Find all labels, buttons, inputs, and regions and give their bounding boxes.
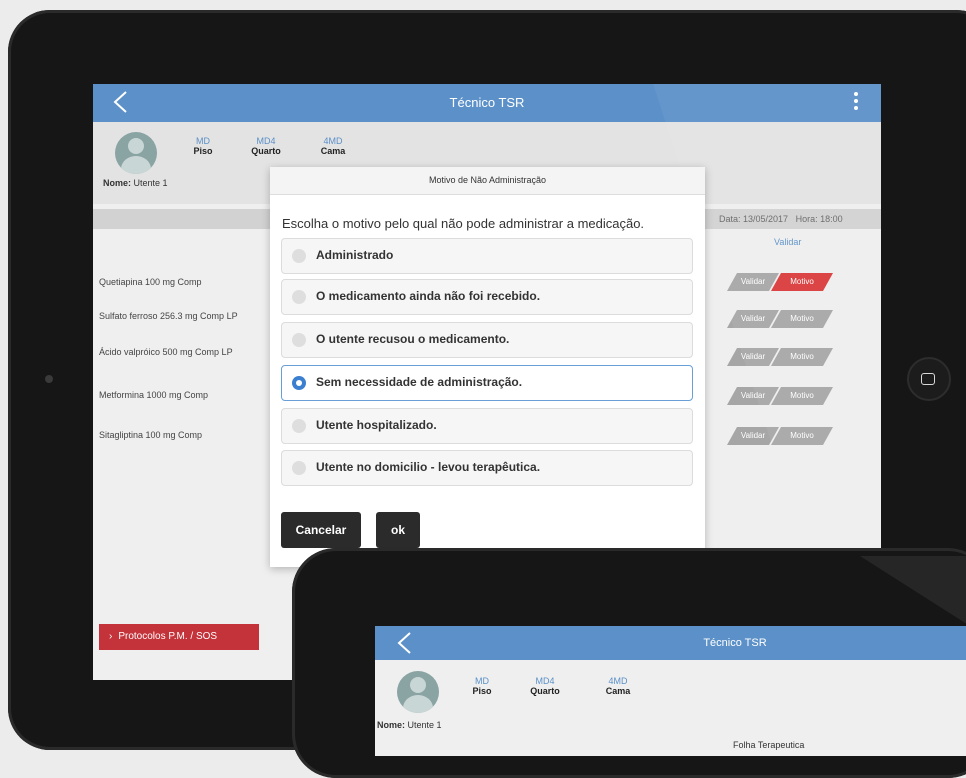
chevron-right-icon: ›: [109, 631, 113, 642]
radio-icon[interactable]: [292, 290, 306, 304]
reason-option[interactable]: O utente recusou o medicamento.: [281, 322, 693, 358]
patient-field-quarto: MD4 Quarto: [530, 676, 560, 696]
radio-icon[interactable]: [292, 249, 306, 263]
reason-option-selected[interactable]: Sem necessidade de administração.: [281, 365, 693, 401]
reason-option[interactable]: O medicamento ainda não foi recebido.: [281, 279, 693, 315]
reason-option[interactable]: Utente hospitalizado.: [281, 408, 693, 444]
patient-field-piso: MD Piso: [193, 136, 213, 156]
patient-field-quarto: MD4 Quarto: [251, 136, 281, 156]
dialog-title: Motivo de Não Administração: [270, 167, 705, 195]
dialog-prompt: Escolha o motivo pelo qual não pode admi…: [282, 216, 645, 231]
radio-icon[interactable]: [292, 461, 306, 475]
ok-button[interactable]: ok: [376, 512, 420, 548]
camera-icon: [45, 375, 53, 383]
sheet-subtitle: Folha Terapeutica: [733, 740, 805, 750]
radio-icon[interactable]: [292, 333, 306, 347]
avatar-icon: [115, 132, 157, 174]
protocols-button[interactable]: › Protocolos P.M. / SOS: [99, 624, 259, 650]
back-chevron-icon[interactable]: [395, 631, 413, 655]
patient-name: Nome: Utente 1: [377, 720, 442, 730]
patient-name: Nome: Utente 1: [103, 178, 168, 188]
app-screen-secondary: Técnico TSR MD Piso MD4 Quarto 4MD Cama …: [375, 626, 966, 756]
medication-name: Sitagliptina 100 mg Comp: [99, 430, 203, 440]
reason-option[interactable]: Utente no domicilio - levou terapêutica.: [281, 450, 693, 486]
app-title: Técnico TSR: [703, 637, 767, 649]
patient-field-cama: 4MD Cama: [605, 676, 631, 696]
radio-selected-icon[interactable]: [292, 376, 306, 390]
reason-dialog: Motivo de Não Administração Escolha o mo…: [270, 167, 705, 567]
medication-name: Sulfato ferroso 256.3 mg Comp LP: [99, 311, 238, 321]
medication-name: Quetiapina 100 mg Comp: [99, 277, 202, 287]
medication-name: Metformina 1000 mg Comp: [99, 390, 209, 400]
app-header: Técnico TSR: [375, 626, 966, 660]
radio-icon[interactable]: [292, 419, 306, 433]
medication-name: Ácido valpróico 500 mg Comp LP: [99, 347, 233, 357]
avatar-icon: [397, 671, 439, 713]
home-button-icon[interactable]: [907, 357, 951, 401]
cancel-button[interactable]: Cancelar: [281, 512, 361, 548]
patient-field-piso: MD Piso: [472, 676, 492, 696]
reason-option[interactable]: Administrado: [281, 238, 693, 274]
patient-field-cama: 4MD Cama: [320, 136, 346, 156]
